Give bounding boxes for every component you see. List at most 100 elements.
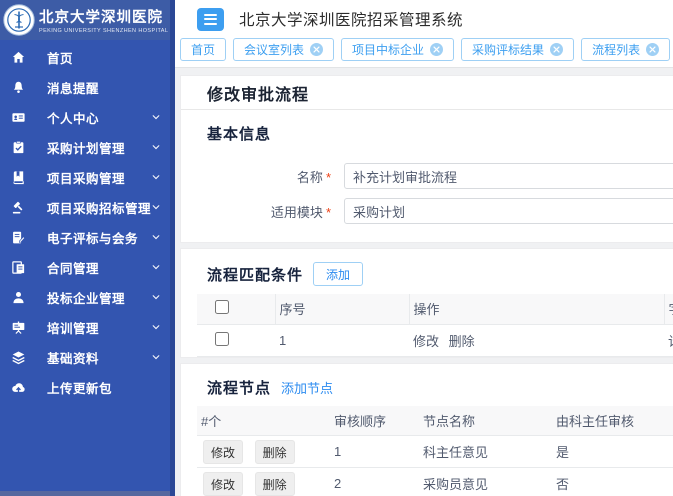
app-title: 北京大学深圳医院招采管理系统: [239, 8, 463, 30]
column-header-dept-review: 由科主任审核: [552, 406, 673, 436]
edit-node-button[interactable]: 修改: [203, 472, 243, 496]
section-title-flow-nodes: 流程节点: [207, 377, 271, 398]
tab-close-icon[interactable]: [430, 43, 443, 56]
topbar: 北京大学深圳医院招采管理系统: [175, 0, 673, 38]
column-header-actions: 操作: [409, 294, 664, 324]
sidebar-item-basic-data[interactable]: 基础资料: [0, 342, 175, 372]
sidebar-item-e-evaluation[interactable]: 电子评标与会务: [0, 222, 175, 252]
home-icon: [11, 50, 26, 65]
sidebar: 北京大学深圳医院 PEKING UNIVERSITY SHENZHEN HOSP…: [0, 0, 175, 496]
add-condition-button[interactable]: 添加: [313, 262, 363, 286]
sidebar-item-home[interactable]: 首页: [0, 42, 175, 72]
edit-link[interactable]: 修改: [413, 334, 439, 349]
cell-order: 1: [330, 436, 419, 468]
content-area: 修改审批流程 基本信息 名称* 适用模块* 流程匹配条件 添加: [175, 69, 673, 496]
clipboard-check-icon: [11, 140, 26, 155]
layers-icon: [11, 350, 26, 365]
sidebar-item-procurement-plan[interactable]: 采购计划管理: [0, 132, 175, 162]
table-header-row: 序号 操作 字: [197, 294, 673, 324]
hamburger-bar: [204, 23, 217, 25]
delete-link[interactable]: 删除: [449, 334, 475, 349]
tab-close-icon[interactable]: [550, 43, 563, 56]
tab-home[interactable]: 首页: [180, 38, 226, 61]
sidebar-item-personal-center[interactable]: 个人中心: [0, 102, 175, 132]
table-row: 修改 删除 2 采购员意见 否: [197, 468, 673, 496]
cell-node-name: 采购员意见: [419, 468, 552, 496]
required-asterisk: *: [326, 170, 331, 185]
basic-info-panel: 修改审批流程 基本信息 名称* 适用模块*: [180, 75, 673, 243]
tab-close-icon[interactable]: [310, 43, 323, 56]
main-area: 北京大学深圳医院招采管理系统 首页 会议室列表 项目中标企业 采购评标结果 流程…: [175, 0, 673, 496]
basic-info-form: 名称* 适用模块*: [181, 144, 673, 242]
chevron-down-icon: [151, 262, 161, 272]
tab-bar: 首页 会议室列表 项目中标企业 采购评标结果 流程列表: [175, 38, 673, 68]
column-header-extra: 字: [664, 294, 673, 324]
module-input[interactable]: [344, 198, 673, 224]
tab-close-icon[interactable]: [646, 43, 659, 56]
delete-node-button[interactable]: 删除: [255, 472, 295, 496]
chevron-down-icon: [151, 292, 161, 302]
chevron-down-icon: [151, 322, 161, 332]
bell-icon: [11, 80, 26, 95]
name-input[interactable]: [344, 163, 673, 189]
hospital-name-en: PEKING UNIVERSITY SHENZHEN HOSPITAL: [39, 28, 168, 34]
select-all-checkbox[interactable]: [215, 300, 229, 314]
cell-actions: 修改 删除: [409, 324, 664, 356]
sidebar-horizontal-scrollbar[interactable]: [0, 491, 170, 496]
cell-extra: 计: [664, 324, 673, 356]
column-header-order: 审核顺序: [330, 406, 419, 436]
match-conditions-table: 序号 操作 字 1 修改 删除 计: [197, 294, 673, 357]
tab-process-list[interactable]: 流程列表: [581, 38, 670, 61]
contract-icon: [11, 260, 26, 275]
chevron-down-icon: [151, 352, 161, 362]
document-edit-icon: [11, 230, 26, 245]
chevron-down-icon: [151, 112, 161, 122]
chevron-down-icon: [151, 202, 161, 212]
sidebar-item-upload-update[interactable]: 上传更新包: [0, 372, 175, 402]
section-title-basic-info: 基本信息: [207, 123, 271, 144]
hamburger-bar: [204, 14, 217, 16]
add-node-link[interactable]: 添加节点: [281, 378, 333, 397]
edit-node-button[interactable]: 修改: [203, 440, 243, 464]
hospital-name: 北京大学深圳医院: [39, 6, 168, 27]
column-header-name: 节点名称: [419, 406, 552, 436]
sidebar-item-project-procurement[interactable]: 项目采购管理: [0, 162, 175, 192]
cloud-upload-icon: [11, 380, 26, 395]
hospital-logo: 北京大学深圳医院 PEKING UNIVERSITY SHENZHEN HOSP…: [0, 0, 175, 40]
sidebar-item-contract[interactable]: 合同管理: [0, 252, 175, 282]
module-field-label: 适用模块*: [181, 202, 331, 221]
cell-order: 2: [330, 468, 419, 496]
presentation-icon: [11, 320, 26, 335]
cell-seq: 1: [275, 324, 409, 356]
flow-nodes-table: #个 审核顺序 节点名称 由科主任审核 修改 删除 1 科主任意见: [197, 406, 673, 496]
cell-dept-review: 否: [552, 468, 673, 496]
book-icon: [11, 170, 26, 185]
column-header-seq: 序号: [275, 294, 409, 324]
page-title: 修改审批流程: [207, 81, 309, 105]
sidebar-menu: 首页 消息提醒 个人中心 采购计划管理 项目采购管理: [0, 40, 175, 402]
sidebar-item-bidder-management[interactable]: 投标企业管理: [0, 282, 175, 312]
cell-dept-review: 是: [552, 436, 673, 468]
user-icon: [11, 290, 26, 305]
delete-node-button[interactable]: 删除: [255, 440, 295, 464]
column-header-ops: #个: [197, 406, 330, 436]
table-row: 1 修改 删除 计: [197, 324, 673, 356]
table-header-row: #个 审核顺序 节点名称 由科主任审核: [197, 406, 673, 436]
chevron-down-icon: [151, 172, 161, 182]
table-row: 修改 删除 1 科主任意见 是: [197, 436, 673, 468]
sidebar-item-messages[interactable]: 消息提醒: [0, 72, 175, 102]
match-conditions-panel: 流程匹配条件 添加 序号 操作 字 1: [180, 248, 673, 358]
sidebar-item-training[interactable]: 培训管理: [0, 312, 175, 342]
chevron-down-icon: [151, 142, 161, 152]
chevron-down-icon: [151, 232, 161, 242]
row-checkbox[interactable]: [215, 332, 229, 346]
required-asterisk: *: [326, 205, 331, 220]
sidebar-toggle-button[interactable]: [197, 8, 224, 31]
gavel-icon: [11, 200, 26, 215]
section-title-match-conditions: 流程匹配条件: [207, 264, 303, 285]
flow-nodes-panel: 流程节点 添加节点 #个 审核顺序 节点名称 由科主任审核 修改: [180, 363, 673, 496]
sidebar-item-project-bidding[interactable]: 项目采购招标管理: [0, 192, 175, 222]
tab-winning-bidders[interactable]: 项目中标企业: [341, 38, 454, 61]
tab-meeting-room-list[interactable]: 会议室列表: [233, 38, 334, 61]
tab-evaluation-results[interactable]: 采购评标结果: [461, 38, 574, 61]
